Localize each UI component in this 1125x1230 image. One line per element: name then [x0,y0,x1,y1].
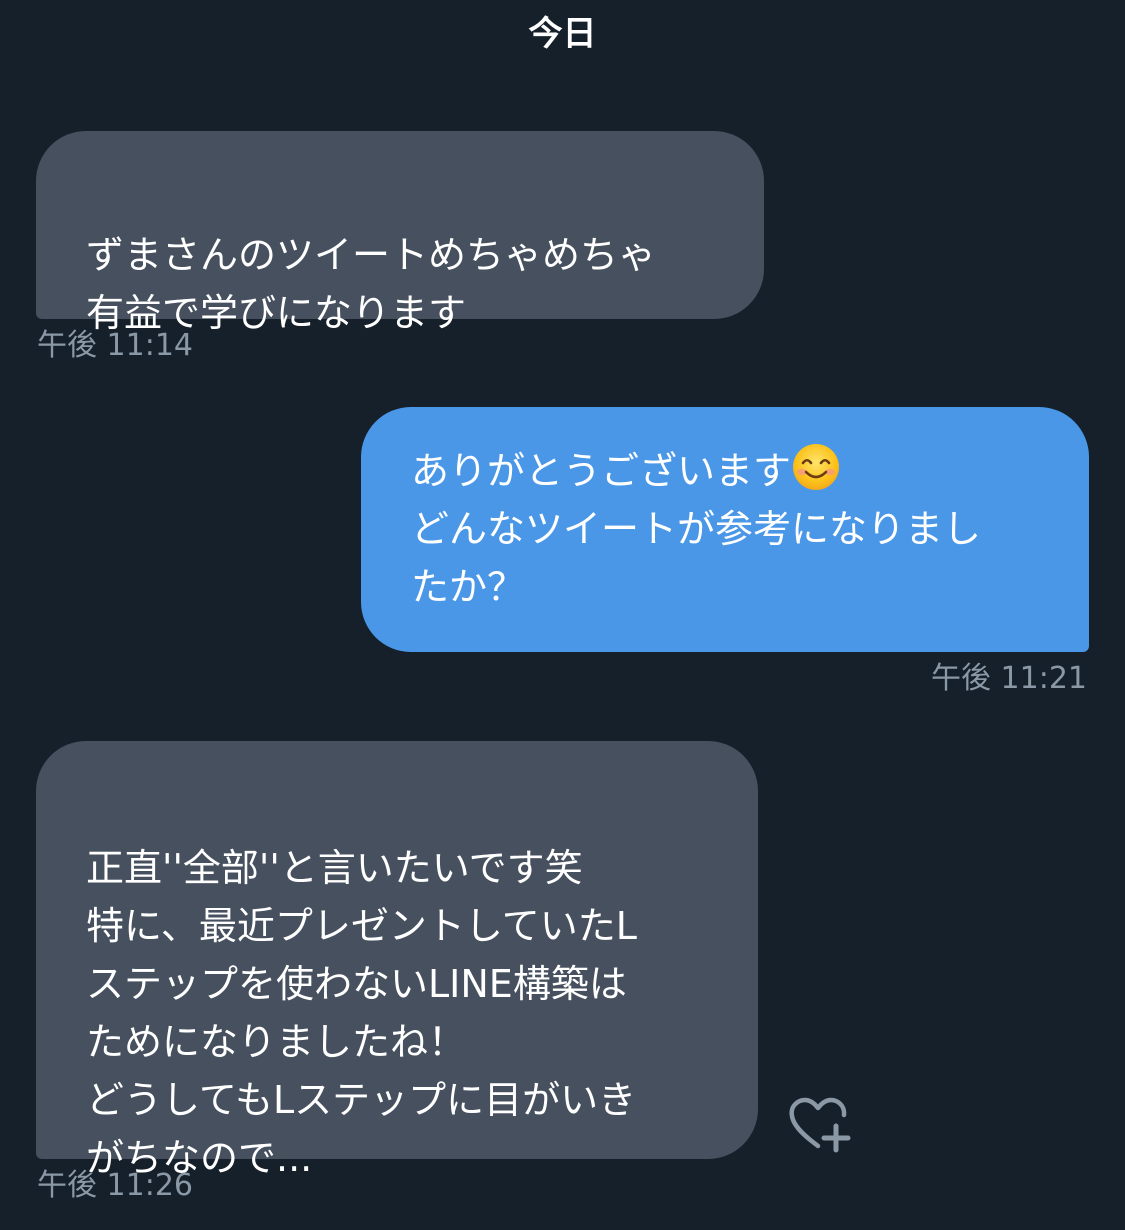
message-timestamp: 午後 11:26 [37,1168,193,1203]
message-bubble-received[interactable]: 正直''全部''と言いたいです笑 特に、最近プレゼントしていたL ステップを使わ… [36,741,758,1180]
date-divider: 今日 [528,14,597,54]
message-text-continued: どんなツイートが参考になりまし たか？ [411,507,982,609]
message-bubble-received[interactable]: ずまさんのツイートめちゃめちゃ 有益で学びになります [36,131,764,335]
message-timestamp: 午後 11:14 [37,328,193,363]
message-text: ずまさんのツイートめちゃめちゃ 有益で学びになります [86,233,657,335]
message-timestamp: 午後 11:21 [931,661,1087,696]
message-text: ありがとうございます [411,449,792,493]
heart-plus-icon[interactable] [788,1096,852,1154]
smiling-face-icon [793,444,840,490]
message-text: 正直''全部''と言いたいです笑 特に、最近プレゼントしていたL ステップを使わ… [86,846,637,1180]
message-bubble-sent[interactable]: ありがとうございます どんなツイートが参考になりまし たか？ [361,407,1089,652]
dm-conversation: 今日 ずまさんのツイートめちゃめちゃ 有益で学びになります 午後 11:14 あ… [0,0,1125,1230]
